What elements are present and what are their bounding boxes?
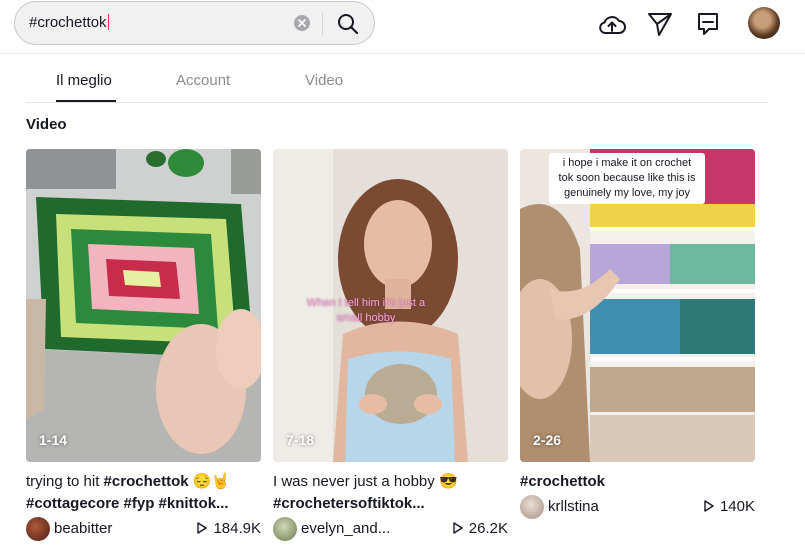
play-icon [453, 522, 463, 534]
tab-videos[interactable]: Video [305, 72, 343, 89]
video-date-tag: 2-26 [533, 432, 562, 448]
search-bar[interactable]: #crochettok [14, 1, 375, 45]
video-meta: beabitter 184.9K [26, 516, 261, 542]
caption-text: trying to hit [26, 473, 104, 490]
search-button[interactable] [332, 8, 364, 40]
view-count: 184.9K [197, 520, 261, 537]
video-card[interactable]: 1-14 trying to hit #crochettok 😔🤘 #cotta… [26, 149, 261, 542]
video-overlay-text: i hope i make it on crochet tok soon bec… [549, 153, 705, 204]
video-date-tag: 1-14 [39, 432, 68, 448]
username[interactable]: beabitter [54, 520, 112, 537]
username[interactable]: krllstina [548, 498, 599, 515]
avatar[interactable] [520, 495, 544, 519]
search-input-value: #crochettok [29, 14, 107, 31]
video-thumbnail[interactable]: i hope i make it on crochet tok soon bec… [520, 149, 755, 462]
caption-emoji: 😔🤘 [188, 473, 231, 490]
video-caption[interactable]: I was never just a hobby 😎 #crochetersof… [273, 471, 508, 515]
video-thumbnail[interactable]: 1-14 [26, 149, 261, 462]
view-count-value: 184.9K [213, 520, 261, 537]
avatar[interactable] [273, 517, 297, 541]
profile-avatar[interactable] [748, 7, 780, 39]
send-icon [648, 13, 672, 36]
caption-hashtag[interactable]: #crochettok [520, 473, 605, 490]
text-caret [107, 14, 109, 30]
view-count: 140K [704, 498, 755, 515]
upload-button[interactable] [596, 9, 628, 39]
active-tab-indicator [56, 100, 116, 102]
top-header: #crochettok [0, 0, 805, 54]
video-thumbnail[interactable]: When I tell him it's just a small hobby … [273, 149, 508, 462]
search-input[interactable]: #crochettok [29, 14, 109, 31]
view-count: 26.2K [453, 520, 508, 537]
search-icon [338, 14, 359, 35]
caption-hashtag[interactable]: #crochettok [104, 473, 189, 490]
caption-hashtags[interactable]: #crochetersoftiktok... [273, 495, 425, 512]
video-overlay-text: When I tell him it's just a small hobby [306, 297, 426, 324]
video-card[interactable]: i hope i make it on crochet tok soon bec… [520, 149, 755, 520]
section-title: Video [26, 116, 67, 133]
play-icon [197, 522, 208, 534]
inbox-icon [698, 13, 718, 35]
video-meta: krllstina 140K [520, 494, 755, 520]
caption-text: I was never just a hobby [273, 473, 439, 490]
username[interactable]: evelyn_and... [301, 520, 390, 537]
thumbnail-image [26, 149, 261, 462]
caption-emoji: 😎 [438, 473, 458, 490]
search-tabs: Il meglio Account Video [26, 62, 768, 103]
video-meta: evelyn_and... 26.2K [273, 516, 508, 542]
video-date-tag: 7-18 [286, 432, 315, 448]
upload-icon [599, 16, 626, 34]
play-icon [704, 500, 714, 512]
view-count-value: 26.2K [468, 520, 508, 537]
tab-accounts[interactable]: Account [176, 72, 230, 89]
view-count-value: 140K [719, 498, 755, 515]
inbox-button[interactable] [692, 9, 724, 39]
clear-icon[interactable] [294, 15, 310, 31]
avatar[interactable] [26, 517, 50, 541]
video-caption[interactable]: trying to hit #crochettok 😔🤘 #cottagecor… [26, 471, 261, 515]
tab-top[interactable]: Il meglio [56, 72, 112, 89]
messages-button[interactable] [644, 9, 676, 39]
caption-hashtags[interactable]: #cottagecore #fyp #knittok... [26, 495, 229, 512]
search-divider [322, 12, 323, 36]
video-card[interactable]: When I tell him it's just a small hobby … [273, 149, 508, 542]
